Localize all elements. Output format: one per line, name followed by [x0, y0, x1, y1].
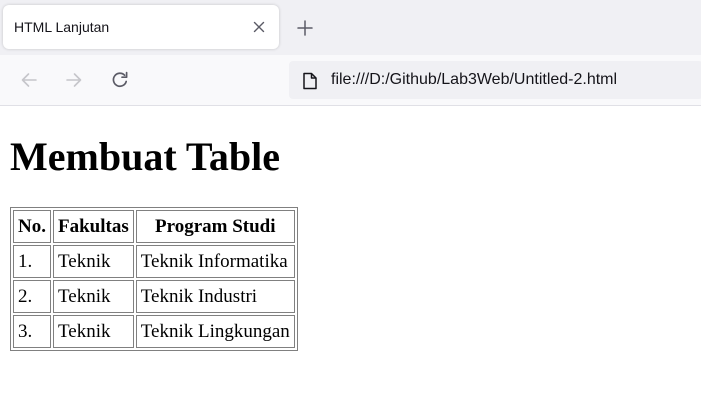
table-cell-program-studi: Teknik Lingkungan	[135, 315, 295, 348]
table-header-row: No. Fakultas Program Studi	[13, 210, 295, 243]
table-cell-fakultas: Teknik	[52, 315, 134, 348]
table-cell-no: 2.	[13, 280, 51, 313]
plus-icon[interactable]	[296, 19, 314, 37]
page-heading: Membuat Table	[10, 134, 281, 179]
url-bar[interactable]: file:///D:/Github/Lab3Web/Untitled-2.htm…	[289, 61, 701, 99]
arrow-left-icon[interactable]	[19, 70, 39, 90]
table-row: 3. Teknik Teknik Lingkungan	[13, 315, 295, 348]
arrow-right-icon[interactable]	[64, 70, 84, 90]
close-icon[interactable]	[251, 19, 267, 35]
table-cell-fakultas: Teknik	[52, 245, 134, 278]
table-cell-no: 3.	[13, 315, 51, 348]
table-row: 2. Teknik Teknik Industri	[13, 280, 295, 313]
table-cell-program-studi: Teknik Industri	[135, 280, 295, 313]
column-header-fakultas: Fakultas	[52, 210, 134, 243]
column-header-no: No.	[13, 210, 51, 243]
table-cell-no: 1.	[13, 245, 51, 278]
file-icon	[303, 72, 317, 90]
navigation-toolbar: file:///D:/Github/Lab3Web/Untitled-2.htm…	[0, 55, 701, 106]
page-content: Membuat Table No. Fakultas Program Studi…	[0, 106, 701, 402]
table-cell-fakultas: Teknik	[52, 280, 134, 313]
tab-strip: HTML Lanjutan	[0, 0, 701, 55]
table-cell-program-studi: Teknik Informatika	[135, 245, 295, 278]
data-table: No. Fakultas Program Studi 1. Teknik Tek…	[10, 207, 298, 351]
reload-icon[interactable]	[110, 70, 130, 90]
table-row: 1. Teknik Teknik Informatika	[13, 245, 295, 278]
tab-title: HTML Lanjutan	[14, 19, 110, 35]
column-header-program-studi: Program Studi	[135, 210, 295, 243]
browser-tab[interactable]: HTML Lanjutan	[3, 5, 279, 49]
url-text[interactable]: file:///D:/Github/Lab3Web/Untitled-2.htm…	[331, 71, 617, 89]
